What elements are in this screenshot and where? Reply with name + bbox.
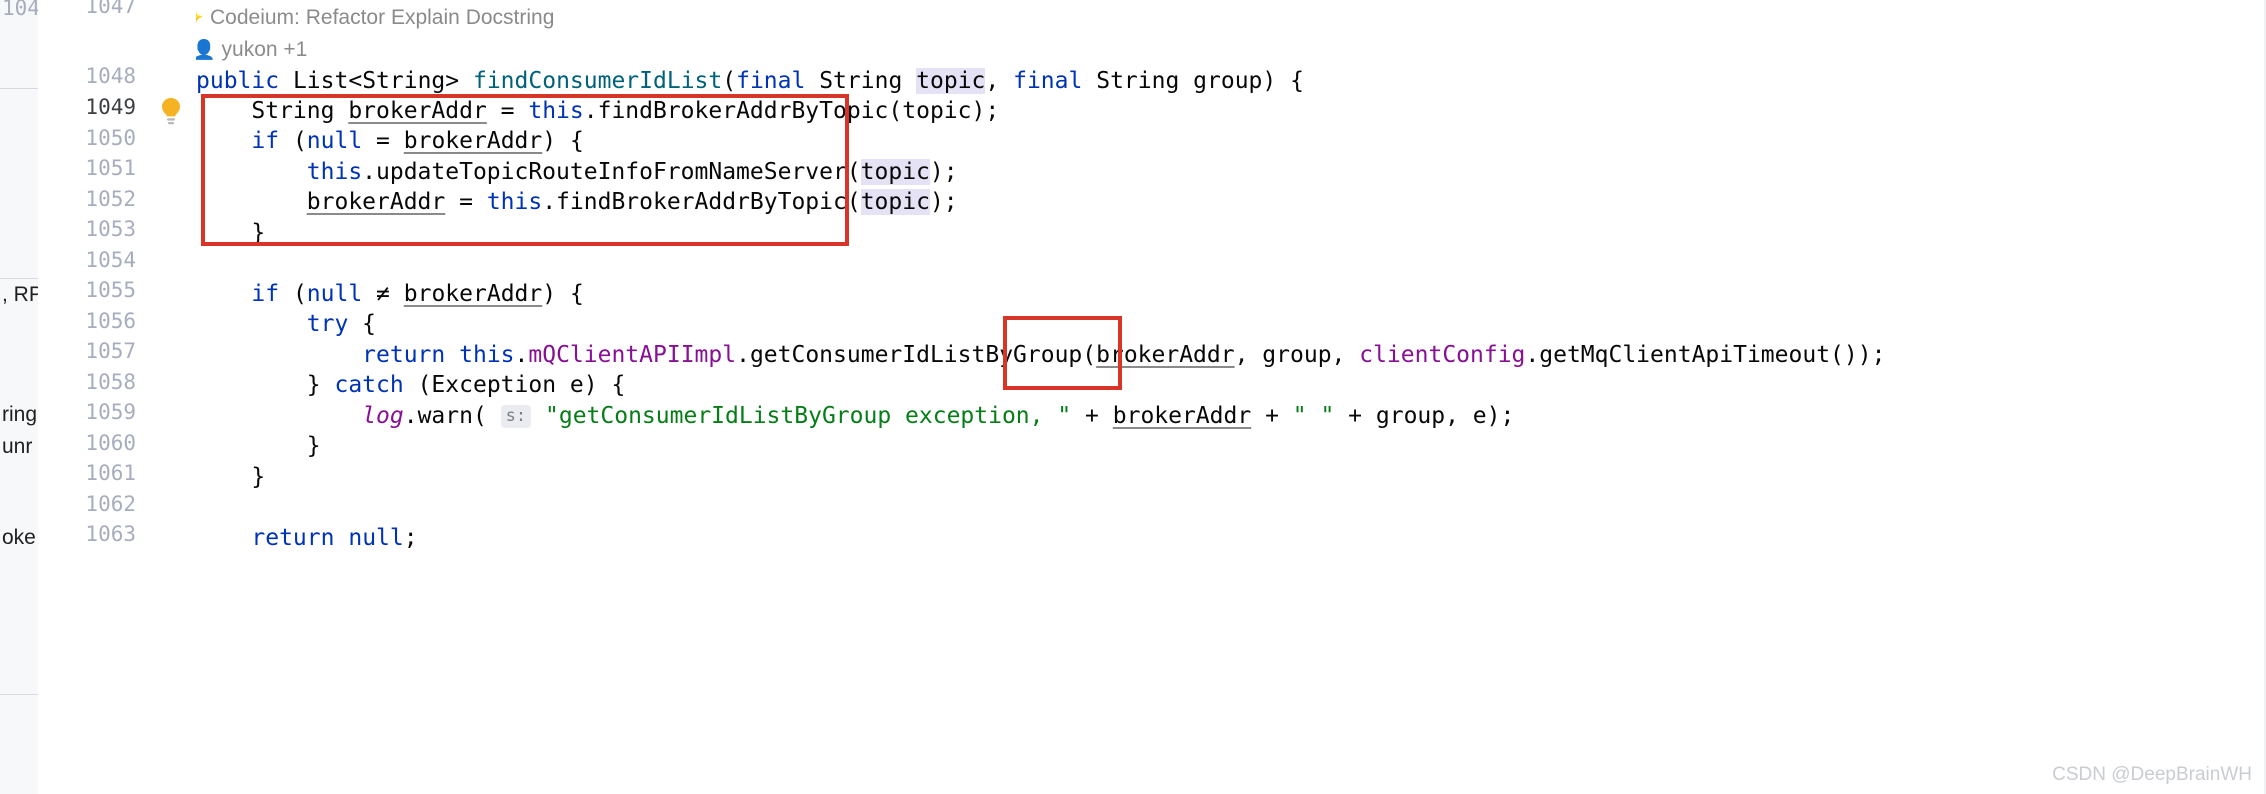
code-content-area[interactable]: ✨ Codeium: Refactor Explain Docstring 👤 … xyxy=(196,0,2266,794)
codelens-action-refactor[interactable]: Refactor xyxy=(306,6,385,29)
left-panel-fragment: ring xyxy=(2,403,38,426)
codelens-action-explain[interactable]: Explain xyxy=(391,6,460,29)
line-number: 1048 xyxy=(85,64,136,88)
left-panel-fragment: , RP xyxy=(2,283,39,306)
code-line-1055[interactable]: if (null ≠ brokerAddr) { xyxy=(196,279,583,309)
line-number: 1056 xyxy=(85,309,136,333)
line-number: 1052 xyxy=(85,187,136,211)
code-editor: 1047 , RP ring unr oke 1047 1048 1049 10… xyxy=(0,0,2266,794)
code-line-1058[interactable]: } catch (Exception e) { xyxy=(196,370,626,400)
line-number: 1060 xyxy=(85,431,136,455)
left-panel-fragment: oke xyxy=(2,526,36,549)
inlay-hint-s: s: xyxy=(500,405,532,428)
sparkle-icon: ✨ xyxy=(196,6,204,29)
line-number-current: 1049 xyxy=(85,95,136,119)
code-line-1051[interactable]: this.updateTopicRouteInfoFromNameServer(… xyxy=(196,157,958,187)
line-number: 1051 xyxy=(85,156,136,180)
code-line-1048[interactable]: public List<String> findConsumerIdList(f… xyxy=(196,66,1304,96)
code-line-1054[interactable] xyxy=(196,248,210,278)
code-line-1062[interactable] xyxy=(196,492,210,522)
code-line-1056[interactable]: try { xyxy=(196,309,376,339)
line-number: 1054 xyxy=(85,248,136,272)
line-number: 1057 xyxy=(85,339,136,363)
line-number: 1059 xyxy=(85,400,136,424)
codeium-label: Codeium: xyxy=(210,6,300,29)
code-line-1050[interactable]: if (null = brokerAddr) { xyxy=(196,126,583,156)
lightbulb-icon[interactable] xyxy=(158,96,184,126)
line-number: 1061 xyxy=(85,461,136,485)
vcs-author-lens[interactable]: 👤 yukon +1 xyxy=(196,38,307,62)
codelens-action-docstring[interactable]: Docstring xyxy=(466,6,555,29)
line-number: 1055 xyxy=(85,278,136,302)
line-number: 1050 xyxy=(85,126,136,150)
code-line-1053[interactable]: } xyxy=(196,218,265,248)
line-number: 1058 xyxy=(85,370,136,394)
code-line-1057[interactable]: return this.mQClientAPIImpl.getConsumerI… xyxy=(196,340,1885,370)
code-line-1060[interactable]: } xyxy=(196,431,321,461)
gutter-icon-strip[interactable] xyxy=(150,0,197,794)
line-number: 1062 xyxy=(85,492,136,516)
line-number: 1047 xyxy=(85,0,136,18)
codeium-codelens[interactable]: ✨ Codeium: Refactor Explain Docstring xyxy=(196,6,554,30)
line-number: 1053 xyxy=(85,217,136,241)
line-number: 1063 xyxy=(85,522,136,546)
left-tool-panel[interactable]: 1047 , RP ring unr oke xyxy=(0,0,39,794)
line-number-gutter[interactable]: 1047 1048 1049 1050 1051 1052 1053 1054 … xyxy=(38,0,151,794)
code-line-1063[interactable]: return null; xyxy=(196,523,417,553)
person-icon: 👤 xyxy=(196,40,216,61)
watermark-text: CSDN @DeepBrainWH xyxy=(2052,764,2252,785)
left-panel-fragment: unr xyxy=(2,435,33,458)
vcs-author-text: yukon +1 xyxy=(221,38,308,61)
code-line-1059[interactable]: log.warn( s: "getConsumerIdListByGroup e… xyxy=(196,401,1514,431)
left-panel-fragment: 1047 xyxy=(2,0,39,20)
code-line-1049[interactable]: String brokerAddr = this.findBrokerAddrB… xyxy=(196,96,999,126)
code-line-1052[interactable]: brokerAddr = this.findBrokerAddrByTopic(… xyxy=(196,187,958,217)
code-line-1061[interactable]: } xyxy=(196,462,265,492)
